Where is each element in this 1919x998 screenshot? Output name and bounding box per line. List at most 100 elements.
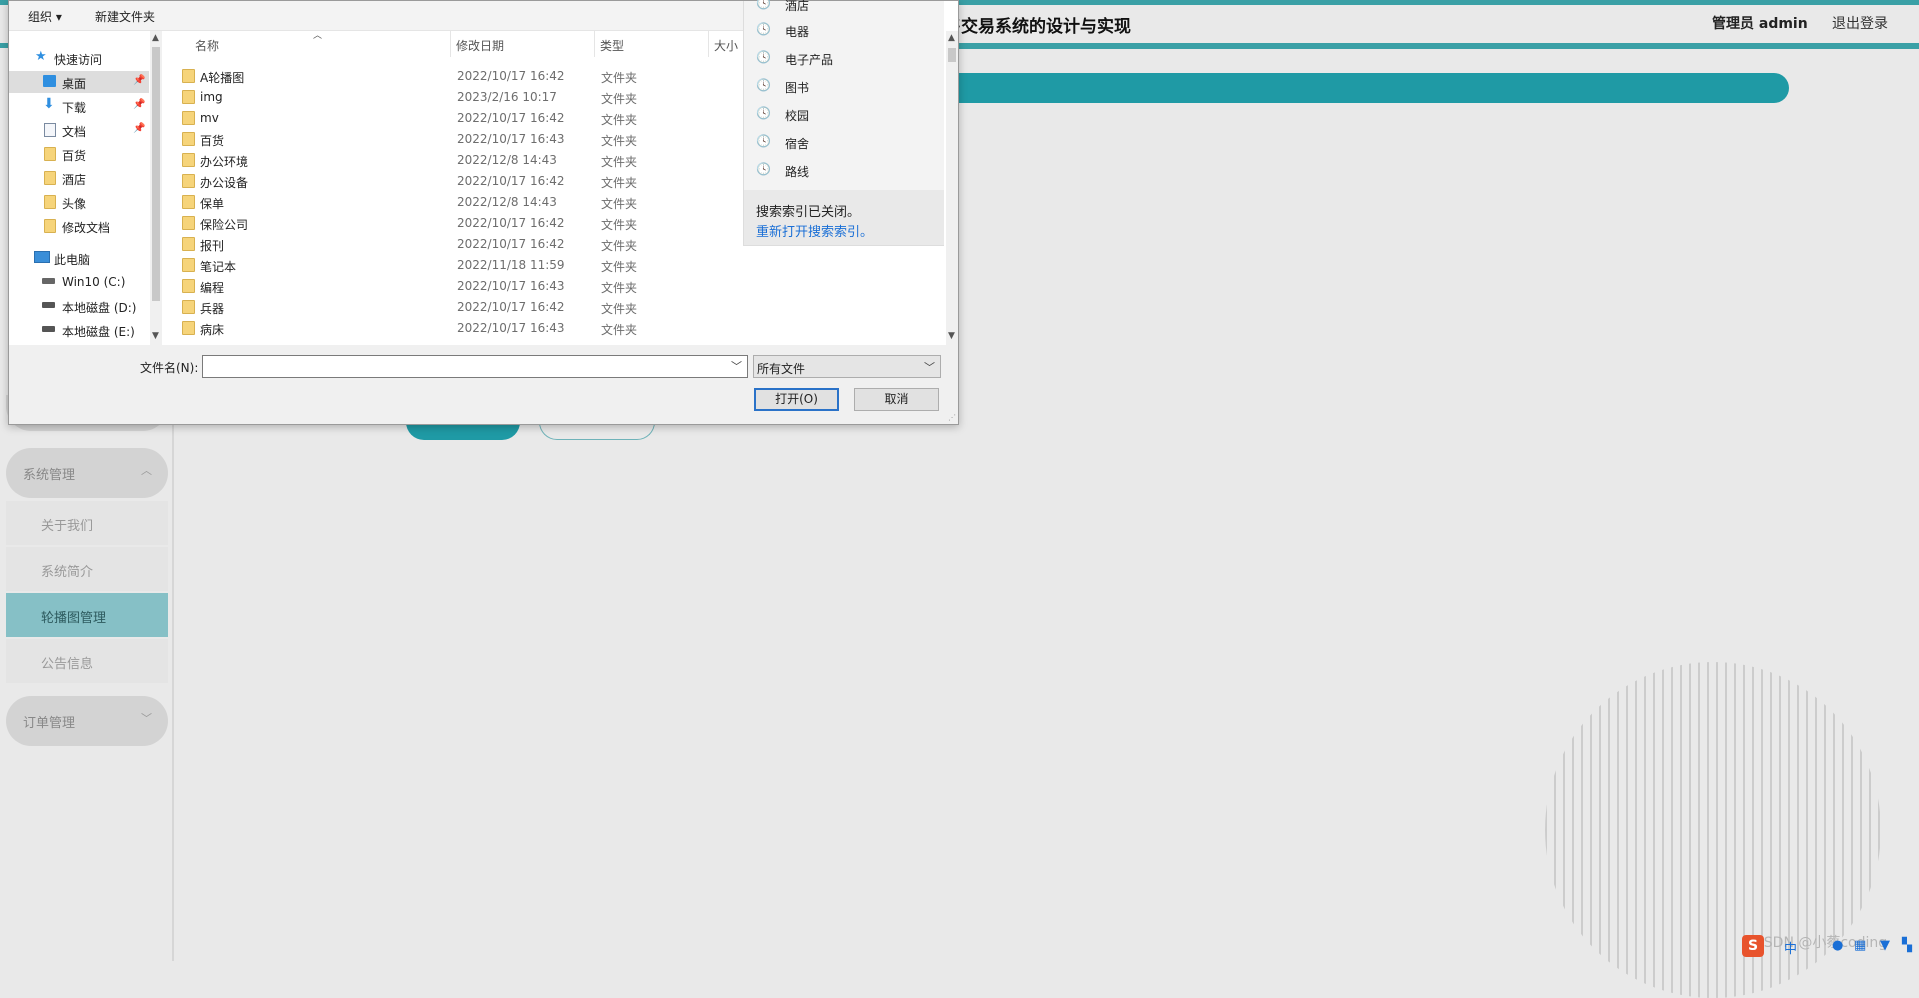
search-history-item[interactable]: 🕓 电器	[744, 17, 944, 43]
nav-documents[interactable]: 文档 📌	[9, 119, 149, 141]
sidebar-item-intro[interactable]: 系统简介	[6, 547, 168, 591]
grid-icon[interactable]: ▚	[1902, 938, 1912, 953]
nav-drive-c[interactable]: Win10 (C:)	[9, 271, 149, 293]
breadcrumb-bar	[920, 73, 1789, 103]
download-arrow-icon: ⬇	[43, 96, 55, 112]
nav-this-pc[interactable]: 此电脑	[9, 247, 149, 269]
keyboard-icon[interactable]: ▦	[1854, 938, 1866, 953]
nav-folder-general[interactable]: 百货	[9, 143, 149, 165]
folder-icon	[182, 153, 195, 167]
file-row[interactable]: 笔记本 2022/11/18 11:59 文件夹	[169, 254, 746, 275]
nav-quick-access[interactable]: ★ 快速访问	[9, 47, 149, 69]
search-history-popup: 🕓 酒店 🕓 电器 🕓 电子产品 🕓 图书 🕓 校园 🕓 宿舍 🕓 路线 搜索索引已关闭。 重…	[743, 0, 944, 246]
organize-button[interactable]: 组织 ▾	[28, 8, 62, 25]
logout-link[interactable]: 退出登录	[1832, 13, 1888, 33]
computer-icon	[34, 251, 50, 263]
folder-icon	[182, 279, 195, 293]
folder-icon	[182, 132, 195, 146]
column-header-size[interactable]: 大小	[714, 37, 738, 54]
file-row[interactable]: mv 2022/10/17 16:42 文件夹	[169, 107, 746, 128]
microphone-icon[interactable]: ●	[1832, 938, 1843, 953]
ime-logo-icon[interactable]: S	[1742, 935, 1764, 957]
file-type-value: 所有文件	[757, 362, 806, 376]
filename-label: 文件名(N):	[140, 361, 199, 375]
ime-mode-label[interactable]: 中	[1784, 938, 1797, 957]
scroll-up-icon[interactable]: ▲	[152, 33, 159, 43]
scroll-down-icon[interactable]: ▼	[948, 331, 955, 341]
filename-combobox[interactable]: ﹀	[202, 355, 748, 378]
folder-icon	[44, 171, 56, 185]
search-history-item[interactable]: 🕓 路线	[744, 157, 944, 183]
file-scroll-thumb[interactable]	[948, 48, 956, 62]
column-separator[interactable]	[594, 31, 595, 57]
column-header-modified[interactable]: 修改日期	[456, 37, 504, 54]
nav-drive-e[interactable]: 本地磁盘 (E:)	[9, 319, 149, 341]
history-icon: 🕓	[756, 0, 771, 10]
folder-icon	[182, 90, 195, 104]
sidebar-item-notice[interactable]: 公告信息	[6, 639, 168, 683]
search-history-item[interactable]: 🕓 校园	[744, 101, 944, 127]
cancel-button[interactable]: 取消	[854, 388, 939, 411]
file-row[interactable]: 办公环境 2022/12/8 14:43 文件夹	[169, 149, 746, 170]
file-row[interactable]: 编程 2022/10/17 16:43 文件夹	[169, 275, 746, 296]
sidebar-item-about[interactable]: 关于我们	[6, 501, 168, 545]
app-title: 售交易系统的设计与实现	[944, 17, 1131, 37]
pin-icon: 📌	[133, 123, 146, 134]
open-button[interactable]: 打开(O)	[754, 388, 839, 411]
folder-icon	[182, 111, 195, 125]
column-header-type[interactable]: 类型	[600, 37, 624, 54]
chevron-up-icon: ︿	[141, 464, 152, 477]
disk-drive-icon	[42, 326, 55, 332]
scroll-down-icon[interactable]: ▼	[152, 331, 159, 341]
file-row[interactable]: 保险公司 2022/10/17 16:42 文件夹	[169, 212, 746, 233]
nav-drive-d[interactable]: 本地磁盘 (D:)	[9, 295, 149, 317]
file-row[interactable]: 办公设备 2022/10/17 16:42 文件夹	[169, 170, 746, 191]
history-icon: 🕓	[756, 78, 771, 92]
column-header-name[interactable]: 名称	[195, 37, 219, 54]
file-row[interactable]: 百货 2022/10/17 16:43 文件夹	[169, 128, 746, 149]
search-history-item[interactable]: 🕓 图书	[744, 73, 944, 99]
column-separator[interactable]	[450, 31, 451, 57]
nav-scroll-thumb[interactable]	[152, 47, 160, 301]
file-row[interactable]: 报刊 2022/10/17 16:42 文件夹	[169, 233, 746, 254]
nav-folder-edit-docs[interactable]: 修改文档	[9, 215, 149, 237]
folder-icon	[182, 300, 195, 314]
search-index-notice: 搜索索引已关闭。 重新打开搜索索引。	[744, 190, 944, 245]
sidebar-item-carousel[interactable]: 轮播图管理	[6, 593, 168, 637]
nav-scrollbar[interactable]: ▲ ▼	[150, 31, 162, 345]
menu-group-system[interactable]: 系统管理 ︿	[6, 448, 168, 498]
history-icon: 🕓	[756, 106, 771, 120]
search-history-item[interactable]: 🕓 电子产品	[744, 45, 944, 71]
search-history-item[interactable]: 🕓 宿舍	[744, 129, 944, 155]
file-row[interactable]: 兵器 2022/10/17 16:42 文件夹	[169, 296, 746, 317]
column-separator[interactable]	[708, 31, 709, 57]
resize-grip-icon[interactable]: ⋰	[948, 413, 956, 422]
nav-folder-avatar[interactable]: 头像	[9, 191, 149, 213]
desktop-icon	[43, 75, 56, 87]
nav-folder-hotel[interactable]: 酒店	[9, 167, 149, 189]
nav-downloads[interactable]: ⬇ 下载 📌	[9, 95, 149, 117]
folder-icon	[44, 219, 56, 233]
new-folder-button[interactable]: 新建文件夹	[95, 8, 155, 25]
file-list: ︿ 名称 修改日期 类型 大小 A轮播图 2022/10/17 16:42 文件夹 …	[169, 31, 746, 345]
windows-drive-icon	[42, 278, 55, 284]
file-row[interactable]: img 2023/2/16 10:17 文件夹	[169, 86, 746, 107]
file-row[interactable]: A轮播图 2022/10/17 16:42 文件夹	[169, 65, 746, 86]
menu-group-orders[interactable]: 订单管理 ﹀	[6, 696, 168, 746]
folder-icon	[182, 258, 195, 272]
filename-input[interactable]	[205, 357, 729, 378]
chevron-down-icon[interactable]: ﹀	[731, 358, 742, 374]
menu-group-label: 订单管理	[23, 716, 76, 731]
file-type-select[interactable]: 所有文件 ﹀	[753, 355, 941, 378]
disk-drive-icon	[42, 302, 55, 308]
nav-desktop[interactable]: 桌面 📌	[9, 71, 149, 93]
folder-icon	[182, 69, 195, 83]
file-row[interactable]: 保单 2022/12/8 14:43 文件夹	[169, 191, 746, 212]
shirt-icon[interactable]: ▼	[1880, 938, 1890, 953]
file-row[interactable]: 病床 2022/10/17 16:43 文件夹	[169, 317, 746, 338]
scroll-up-icon[interactable]: ▲	[948, 33, 955, 43]
file-list-scrollbar[interactable]: ▲ ▼	[946, 31, 958, 345]
chevron-down-icon[interactable]: ﹀	[924, 359, 935, 375]
search-history-item[interactable]: 🕓 酒店	[744, 0, 944, 17]
reopen-index-link[interactable]: 重新打开搜索索引。	[756, 221, 873, 240]
